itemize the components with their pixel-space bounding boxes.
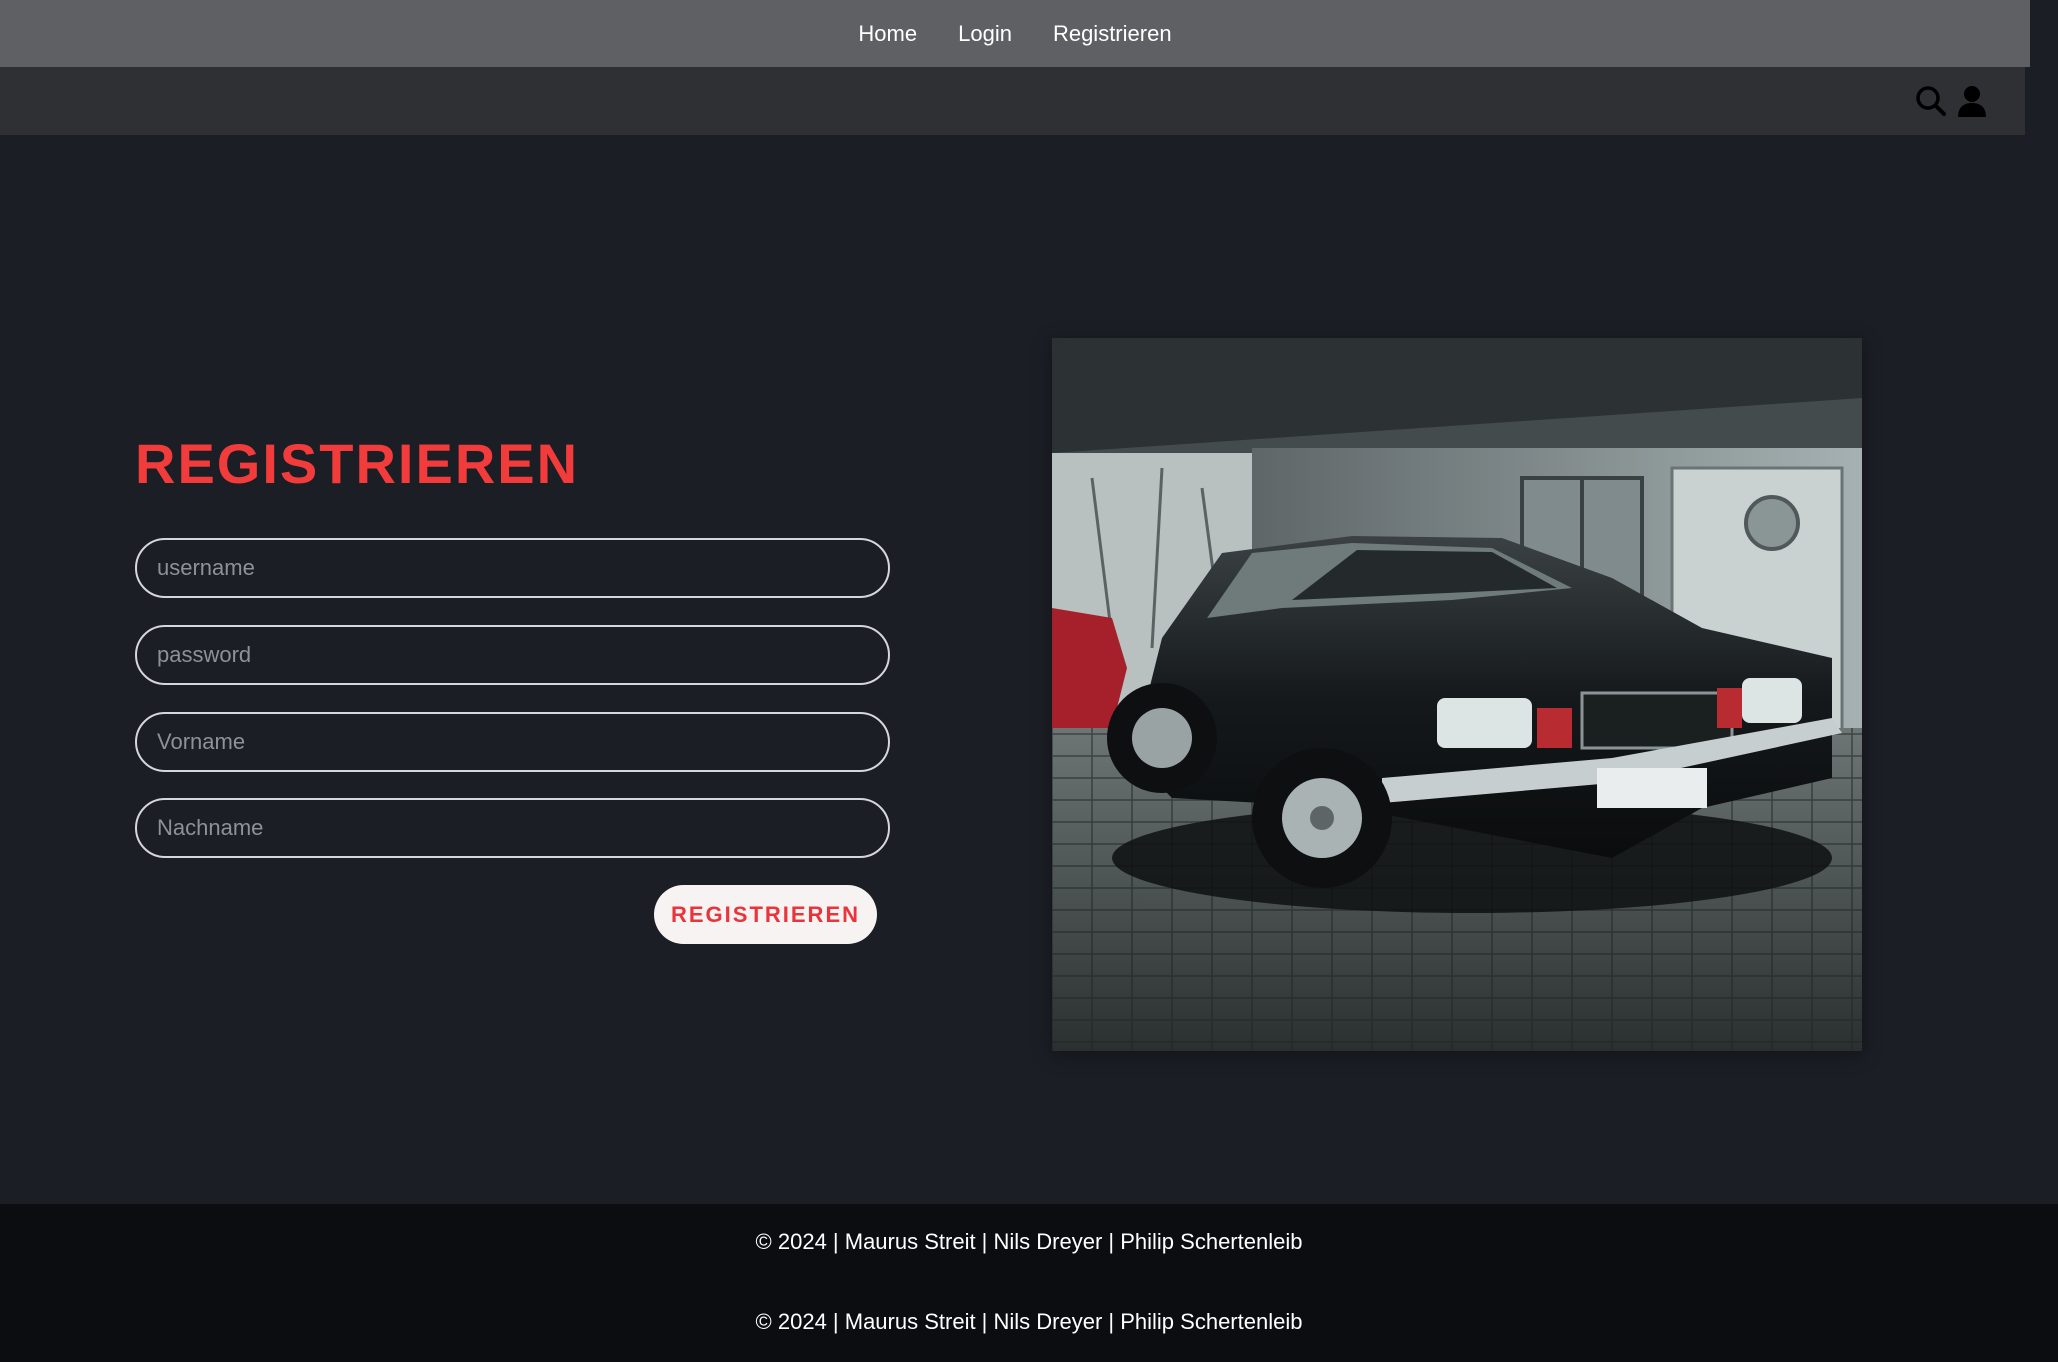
vorname-input[interactable] xyxy=(135,712,890,772)
user-icon[interactable] xyxy=(1955,84,1989,118)
nachname-input[interactable] xyxy=(135,798,890,858)
header-toolbar xyxy=(0,67,2025,135)
footer-copyright-duplicate: © 2024 | Maurus Streit | Nils Dreyer | P… xyxy=(755,1309,1303,1334)
footer-copyright: © 2024 | Maurus Streit | Nils Dreyer | P… xyxy=(755,1229,1303,1254)
nav-link-registrieren[interactable]: Registrieren xyxy=(1053,21,1172,47)
top-navigation: Home Login Registrieren xyxy=(0,0,2030,67)
footer xyxy=(0,1204,2058,1362)
nav-link-login[interactable]: Login xyxy=(958,21,1012,47)
car-photo xyxy=(1052,338,1862,1051)
scrollbar-gutter xyxy=(2030,0,2058,135)
password-input[interactable] xyxy=(135,625,890,685)
search-icon[interactable] xyxy=(1914,84,1948,118)
form-title: REGISTRIEREN xyxy=(135,432,580,495)
nav-link-home[interactable]: Home xyxy=(858,21,917,47)
register-button[interactable]: REGISTRIEREN xyxy=(654,885,877,944)
username-input[interactable] xyxy=(135,538,890,598)
